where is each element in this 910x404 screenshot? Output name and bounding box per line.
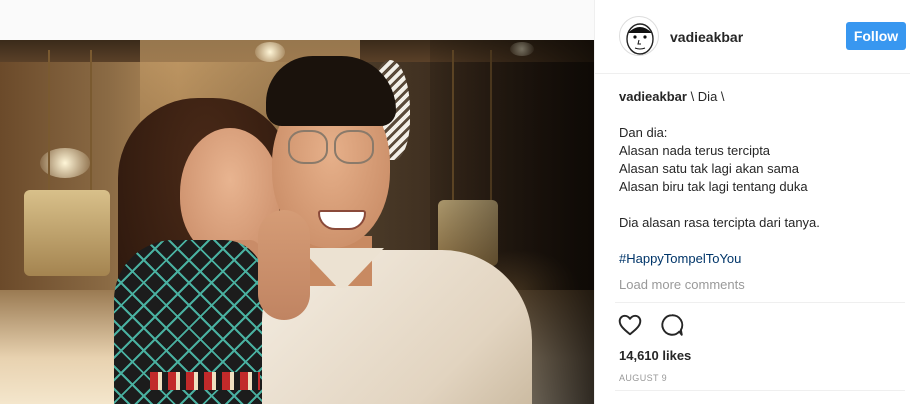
post-photo[interactable] xyxy=(0,40,594,404)
hashtag-link[interactable]: #HappyTompelToYou xyxy=(619,251,741,266)
caption-username[interactable]: vadieakbar xyxy=(619,89,687,104)
heart-outline-icon[interactable] xyxy=(617,312,643,340)
author-username[interactable]: vadieakbar xyxy=(670,29,743,45)
caption-stanza: Dan dia: Alasan nada terus tercipta Alas… xyxy=(619,124,889,196)
avatar[interactable] xyxy=(619,16,659,56)
caption-line: Dia alasan rasa tercipta dari tanya. xyxy=(619,215,820,230)
post-date[interactable]: AUGUST 9 xyxy=(619,373,667,383)
caption-line: Alasan biru tak lagi tentang duka xyxy=(619,179,808,194)
section-divider xyxy=(615,390,905,391)
glasses-lens-left xyxy=(288,130,328,164)
post-actions xyxy=(617,312,685,340)
glasses-lens-right xyxy=(334,130,374,164)
speech-bubble-icon[interactable] xyxy=(659,312,685,340)
photo-planter xyxy=(24,190,110,276)
follow-button[interactable]: Follow xyxy=(846,22,906,50)
likes-count[interactable]: 14,610 likes xyxy=(619,348,691,363)
section-divider xyxy=(615,302,905,303)
man-hair xyxy=(266,56,396,126)
caption-title: \ Dia \ xyxy=(690,89,725,104)
man-collar xyxy=(300,248,384,288)
caption-closing: Dia alasan rasa tercipta dari tanya. xyxy=(619,214,889,232)
photo-plant-stems xyxy=(48,50,92,190)
avatar-face-sketch-icon xyxy=(626,23,654,55)
load-more-comments-link[interactable]: Load more comments xyxy=(619,277,745,292)
post-caption: vadieakbar \ Dia \ Dan dia: Alasan nada … xyxy=(619,88,889,268)
woman-hand xyxy=(258,210,310,320)
woman-top-pattern xyxy=(150,372,260,390)
caption-line: Alasan nada terus tercipta xyxy=(619,143,771,158)
post-header: vadieakbar Follow xyxy=(595,0,910,74)
caption-line: Dan dia: xyxy=(619,125,668,140)
post-side-panel: vadieakbar Follow vadieakbar \ Dia \ Dan… xyxy=(594,0,910,404)
caption-line: Alasan satu tak lagi akan sama xyxy=(619,161,799,176)
photo-lamp xyxy=(255,42,285,62)
